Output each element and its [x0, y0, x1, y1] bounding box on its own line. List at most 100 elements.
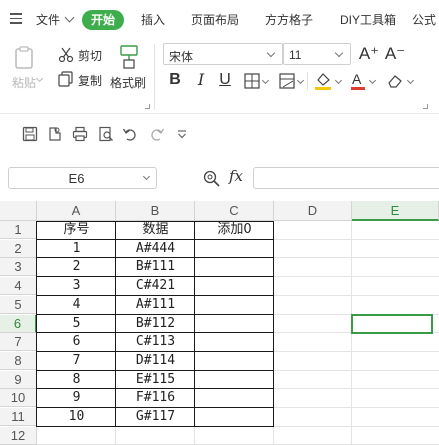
table-cell[interactable]: C#113	[116, 333, 195, 351]
fill-color-icon[interactable]	[314, 71, 332, 91]
chevron-down-icon[interactable]	[64, 12, 75, 23]
paste-button[interactable]: 粘贴	[12, 74, 36, 91]
column-header-d[interactable]: D	[274, 201, 352, 221]
spreadsheet-grid[interactable]: A B C D E 1 2 3 4 5 6 7 8 9 10 11 12 序号 数据 添加0 1 A#444 2 B#111 3…	[0, 201, 439, 445]
format-painter-icon[interactable]	[118, 44, 140, 70]
paste-dropdown-icon[interactable]	[35, 74, 44, 83]
row-header-12[interactable]: 12	[0, 426, 37, 445]
borders-icon[interactable]	[244, 73, 260, 89]
eraser-icon[interactable]	[386, 72, 404, 88]
row-header-2[interactable]: 2	[0, 239, 37, 258]
table-cell[interactable]	[195, 240, 274, 258]
table-header-cell[interactable]: 数据	[116, 221, 195, 239]
file-menu[interactable]: 文件	[36, 11, 60, 28]
table-cell[interactable]: 8	[37, 371, 116, 389]
clear-dropdown-icon[interactable]	[406, 76, 415, 85]
font-color-dropdown-icon[interactable]	[368, 76, 377, 85]
table-cell[interactable]	[195, 258, 274, 276]
font-size-select[interactable]: 11	[283, 43, 351, 65]
undo-icon[interactable]	[122, 126, 138, 142]
font-color-icon[interactable]: A	[350, 71, 366, 91]
save-icon[interactable]	[22, 126, 38, 142]
active-cell-selection[interactable]	[351, 313, 433, 335]
table-cell[interactable]: B#111	[116, 258, 195, 276]
row-header-7[interactable]: 7	[0, 333, 37, 352]
row-header-6[interactable]: 6	[0, 314, 37, 333]
paste-icon[interactable]	[14, 46, 34, 70]
tab-ffgz[interactable]: 方方格子	[265, 11, 313, 28]
table-cell[interactable]: 5	[37, 315, 116, 333]
table-cell[interactable]: C#421	[116, 277, 195, 295]
table-cell[interactable]: A#444	[116, 240, 195, 258]
table-cell[interactable]: A#111	[116, 296, 195, 314]
table-cell[interactable]	[195, 389, 274, 407]
redo-icon[interactable]	[149, 126, 165, 142]
column-header-b[interactable]: B	[116, 201, 195, 221]
export-icon[interactable]	[47, 126, 63, 142]
row-header-5[interactable]: 5	[0, 295, 37, 314]
row-header-8[interactable]: 8	[0, 351, 37, 370]
table-cell[interactable]: 4	[37, 296, 116, 314]
chevron-down-icon[interactable]	[142, 172, 151, 181]
insert-function-button[interactable]: fx	[229, 167, 243, 185]
tab-home[interactable]: 开始	[82, 10, 124, 30]
tab-formula[interactable]: 公式	[412, 11, 436, 28]
copy-button[interactable]: 复制	[78, 72, 102, 89]
row-header-9[interactable]: 9	[0, 370, 37, 389]
tab-diy-toolbox[interactable]: DIY工具箱	[340, 11, 396, 28]
underline-button[interactable]: U	[214, 69, 236, 91]
row-header-1[interactable]: 1	[0, 221, 37, 239]
table-header-cell[interactable]: 添加0	[195, 221, 274, 239]
column-header-e[interactable]: E	[352, 201, 439, 221]
tab-page-layout[interactable]: 页面布局	[191, 11, 239, 28]
table-cell[interactable]: G#117	[116, 408, 195, 426]
menu-icon[interactable]	[10, 13, 22, 24]
grow-font-button[interactable]: A⁺	[358, 43, 380, 65]
customize-toolbar-icon[interactable]	[174, 126, 190, 142]
table-cell[interactable]: 7	[37, 352, 116, 370]
clipboard-expand-icon[interactable]	[145, 104, 150, 109]
table-cell[interactable]: 6	[37, 333, 116, 351]
format-painter-button[interactable]: 格式刷	[110, 74, 146, 91]
table-cell[interactable]	[195, 352, 274, 370]
row-header-11[interactable]: 11	[0, 408, 37, 426]
font-name-select[interactable]: 宋体	[163, 43, 283, 65]
row-header-4[interactable]: 4	[0, 277, 37, 296]
italic-button[interactable]: I	[190, 69, 212, 91]
table-cell[interactable]	[195, 315, 274, 333]
font-expand-icon[interactable]	[423, 104, 428, 109]
bold-button[interactable]: B	[164, 69, 186, 91]
table-cell[interactable]: 9	[37, 389, 116, 407]
table-cell[interactable]: 1	[37, 240, 116, 258]
table-cell[interactable]	[195, 408, 274, 426]
select-all-corner[interactable]	[0, 201, 37, 221]
column-header-c[interactable]: C	[195, 201, 274, 221]
table-cell[interactable]: D#114	[116, 352, 195, 370]
cell-style-dropdown-icon[interactable]	[296, 76, 305, 85]
table-cell[interactable]: F#116	[116, 389, 195, 407]
print-preview-icon[interactable]	[98, 126, 114, 142]
tab-insert[interactable]: 插入	[141, 11, 165, 28]
table-cell[interactable]	[195, 333, 274, 351]
column-header-a[interactable]: A	[37, 201, 116, 221]
name-box[interactable]: E6	[8, 167, 157, 189]
table-cell[interactable]: 2	[37, 258, 116, 276]
table-cell[interactable]: 10	[37, 408, 116, 426]
table-cell[interactable]	[195, 277, 274, 295]
table-header-cell[interactable]: 序号	[37, 221, 116, 239]
table-cell[interactable]: E#115	[116, 371, 195, 389]
table-cell[interactable]	[195, 296, 274, 314]
table-cell[interactable]: 3	[37, 277, 116, 295]
table-cell[interactable]: B#112	[116, 315, 195, 333]
fill-color-dropdown-icon[interactable]	[334, 76, 343, 85]
table-cell[interactable]	[195, 371, 274, 389]
borders-dropdown-icon[interactable]	[261, 76, 270, 85]
zoom-icon[interactable]	[203, 170, 220, 187]
shrink-font-button[interactable]: A⁻	[384, 43, 406, 65]
row-header-3[interactable]: 3	[0, 258, 37, 277]
cut-button[interactable]: 剪切	[78, 47, 102, 64]
cell-style-icon[interactable]	[279, 73, 295, 89]
formula-input[interactable]	[253, 167, 439, 189]
row-header-10[interactable]: 10	[0, 389, 37, 408]
print-icon[interactable]	[72, 126, 88, 142]
